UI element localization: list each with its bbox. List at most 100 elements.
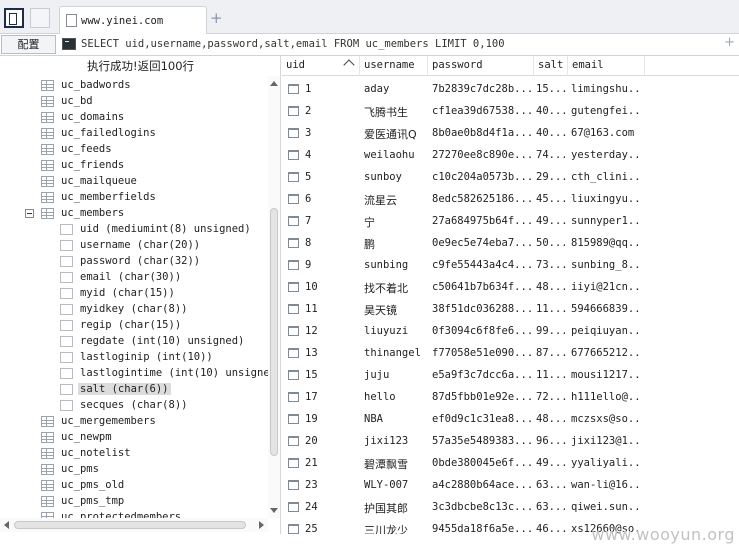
cell-uid: 23 bbox=[305, 479, 318, 491]
table-icon bbox=[41, 432, 54, 443]
tree-table-item[interactable]: uc_protectedmembers bbox=[0, 510, 268, 518]
row-icon bbox=[288, 524, 299, 534]
sidebar-toggle-icon[interactable] bbox=[4, 8, 24, 28]
table-row[interactable]: 9 sunbing c9fe55443a4c4... 73... sunbing_8..… bbox=[282, 255, 739, 277]
tree-column-item[interactable]: uid (mediumint(8) unsigned) bbox=[0, 222, 268, 238]
table-row[interactable]: 12 liuyuzi 0f3094c6f8fe6... 99... peiqiuyan.… bbox=[282, 321, 739, 343]
table-row[interactable]: 5 sunboy c10c204a0573b... 29... cth_clini... bbox=[282, 167, 739, 189]
tree-item-label: uc_pms_old bbox=[61, 479, 125, 491]
tree-table-item[interactable]: uc_failedlogins bbox=[0, 126, 268, 142]
table-row[interactable]: 10 找不着北 c50641b7b634f... 48... iiyi@21cn... bbox=[282, 277, 739, 299]
hscroll-thumb[interactable] bbox=[14, 521, 246, 529]
cell-salt: 48... bbox=[536, 413, 566, 425]
cell-uid: 11 bbox=[305, 303, 318, 315]
tree-table-item[interactable]: uc_feeds bbox=[0, 142, 268, 158]
table-row[interactable]: 13 thinangel f77058e51e090... 87... 67766521… bbox=[282, 343, 739, 365]
table-row[interactable]: 20 jixi123 57a35e5489383... 96... jixi123@1.… bbox=[282, 431, 739, 453]
cell-password: a4c2880b64ace... bbox=[432, 479, 534, 491]
tree-table-item[interactable]: uc_pms bbox=[0, 462, 268, 478]
tree-column-item[interactable]: myidkey (char(8)) bbox=[0, 302, 268, 318]
cell-password: e5a9f3c7dcc6a... bbox=[432, 369, 534, 381]
tree-column-item[interactable]: lastlogintime (int(10) unsigned bbox=[0, 366, 268, 382]
cell-uid: 2 bbox=[305, 105, 312, 117]
tree-item-label: uc_feeds bbox=[61, 143, 112, 155]
cell-username: 流星云 bbox=[364, 194, 397, 207]
cell-salt: 63... bbox=[536, 479, 566, 491]
vertical-scrollbar[interactable] bbox=[268, 76, 280, 518]
config-button[interactable]: 配置 bbox=[1, 35, 56, 54]
cell-email: 815989@qq... bbox=[571, 237, 641, 249]
tree-table-item[interactable]: uc_bd bbox=[0, 94, 268, 110]
tree-column-item[interactable]: email (char(30)) bbox=[0, 270, 268, 286]
column-header-username[interactable]: username bbox=[360, 56, 428, 76]
column-icon bbox=[60, 320, 73, 331]
cell-email: wan-li@16... bbox=[571, 479, 641, 491]
tree-table-item[interactable]: uc_mergemembers bbox=[0, 414, 268, 430]
scroll-up-icon[interactable] bbox=[270, 81, 278, 86]
column-header-email[interactable]: email bbox=[568, 56, 645, 76]
tree-column-item[interactable]: regdate (int(10) unsigned) bbox=[0, 334, 268, 350]
expand-icon[interactable]: + bbox=[724, 35, 735, 50]
cell-salt: 49... bbox=[536, 215, 566, 227]
tree-column-item[interactable]: salt (char(6)) bbox=[0, 382, 268, 398]
tree-item-label: uc_mailqueue bbox=[61, 175, 137, 187]
table-row[interactable]: 17 hello 87d5fbb01e92e... 72... h111ello@... bbox=[282, 387, 739, 409]
tree-table-item[interactable]: uc_badwords bbox=[0, 78, 268, 94]
sql-input[interactable]: SELECT uid,username,password,salt,email … bbox=[81, 38, 505, 50]
table-row[interactable]: 21 碧潭飘雪 0bde380045e6f... 49... yyaliyali... bbox=[282, 453, 739, 475]
tree-item-label: uc_newpm bbox=[61, 431, 112, 443]
scroll-thumb[interactable] bbox=[270, 208, 278, 456]
cell-username: 鹏 bbox=[364, 238, 375, 251]
cell-username: WLY-007 bbox=[364, 479, 409, 491]
table-row[interactable]: 24 护国其郎 3c3dbcbe8c13c... 63... qiwei.sun... bbox=[282, 497, 739, 519]
tree-table-item[interactable]: uc_notelist bbox=[0, 446, 268, 462]
cell-password: 7b2839c7dc28b... bbox=[432, 83, 534, 95]
table-row[interactable]: 11 昊天镜 38f51dc036288... 11... 594666839... bbox=[282, 299, 739, 321]
tree-column-item[interactable]: secques (char(8)) bbox=[0, 398, 268, 414]
column-icon bbox=[60, 400, 73, 411]
tree-table-item[interactable]: uc_memberfields bbox=[0, 190, 268, 206]
tree-item-label: username (char(20)) bbox=[80, 239, 201, 251]
column-header-password[interactable]: password bbox=[428, 56, 534, 76]
scroll-right-icon[interactable] bbox=[259, 521, 264, 529]
tree-item-label: uc_members bbox=[61, 207, 125, 219]
collapse-icon[interactable] bbox=[25, 209, 34, 218]
cell-username: thinangel bbox=[364, 347, 421, 359]
cell-password: cf1ea39d67538... bbox=[432, 105, 534, 117]
tree-column-item[interactable]: lastloginip (int(10)) bbox=[0, 350, 268, 366]
horizontal-scrollbar[interactable] bbox=[0, 518, 268, 532]
new-tab-button[interactable]: + bbox=[210, 9, 223, 27]
tree-table-item[interactable]: uc_mailqueue bbox=[0, 174, 268, 190]
tree-table-item[interactable]: uc_domains bbox=[0, 110, 268, 126]
table-row[interactable]: 23 WLY-007 a4c2880b64ace... 63... wan-li@16.… bbox=[282, 475, 739, 497]
column-header-salt[interactable]: salt bbox=[534, 56, 568, 76]
panel-icon[interactable] bbox=[30, 8, 50, 28]
table-row[interactable]: 6 流星云 8edc582625186... 45... liuxingyu... bbox=[282, 189, 739, 211]
cell-email: liuxingyu... bbox=[571, 193, 641, 205]
column-icon bbox=[60, 352, 73, 363]
tree-table-item[interactable]: uc_newpm bbox=[0, 430, 268, 446]
table-row[interactable]: 2 飞腾书生 cf1ea39d67538... 40... gutengfei... bbox=[282, 101, 739, 123]
tree-table-item[interactable]: uc_friends bbox=[0, 158, 268, 174]
scroll-left-icon[interactable] bbox=[4, 521, 9, 529]
table-row[interactable]: 7 宁 27a684975b64f... 49... sunnyper1... bbox=[282, 211, 739, 233]
watermark: www.wooyun.org bbox=[591, 525, 735, 544]
tree-column-item[interactable]: myid (char(15)) bbox=[0, 286, 268, 302]
cell-salt: 96... bbox=[536, 435, 566, 447]
table-row[interactable]: 8 鹏 0e9ec5e74eba7... 50... 815989@qq... bbox=[282, 233, 739, 255]
tree-table-item[interactable]: uc_pms_old bbox=[0, 478, 268, 494]
table-row[interactable]: 15 juju e5a9f3c7dcc6a... 11... mousi1217... bbox=[282, 365, 739, 387]
tree-column-item[interactable]: username (char(20)) bbox=[0, 238, 268, 254]
tree-table-item[interactable]: uc_pms_tmp bbox=[0, 494, 268, 510]
tree-table-item[interactable]: uc_members bbox=[0, 206, 268, 222]
scroll-down-icon[interactable] bbox=[270, 508, 278, 513]
tree-column-item[interactable]: password (char(32)) bbox=[0, 254, 268, 270]
table-row[interactable]: 1 aday 7b2839c7dc28b... 15... limingshu... bbox=[282, 79, 739, 101]
table-row[interactable]: 4 weilaohu 27270ee8c890e... 74... yesterday.… bbox=[282, 145, 739, 167]
table-row[interactable]: 19 NBA ef0d9c1c31ea8... 48... mczsxs@so... bbox=[282, 409, 739, 431]
tree-column-item[interactable]: regip (char(15)) bbox=[0, 318, 268, 334]
row-icon bbox=[288, 106, 299, 116]
table-row[interactable]: 3 爱医通讯Q 8b0ae0b8d4f1a... 40... 67@163.com bbox=[282, 123, 739, 145]
tab-site[interactable]: www.yinei.com bbox=[59, 6, 207, 34]
row-icon bbox=[288, 370, 299, 380]
